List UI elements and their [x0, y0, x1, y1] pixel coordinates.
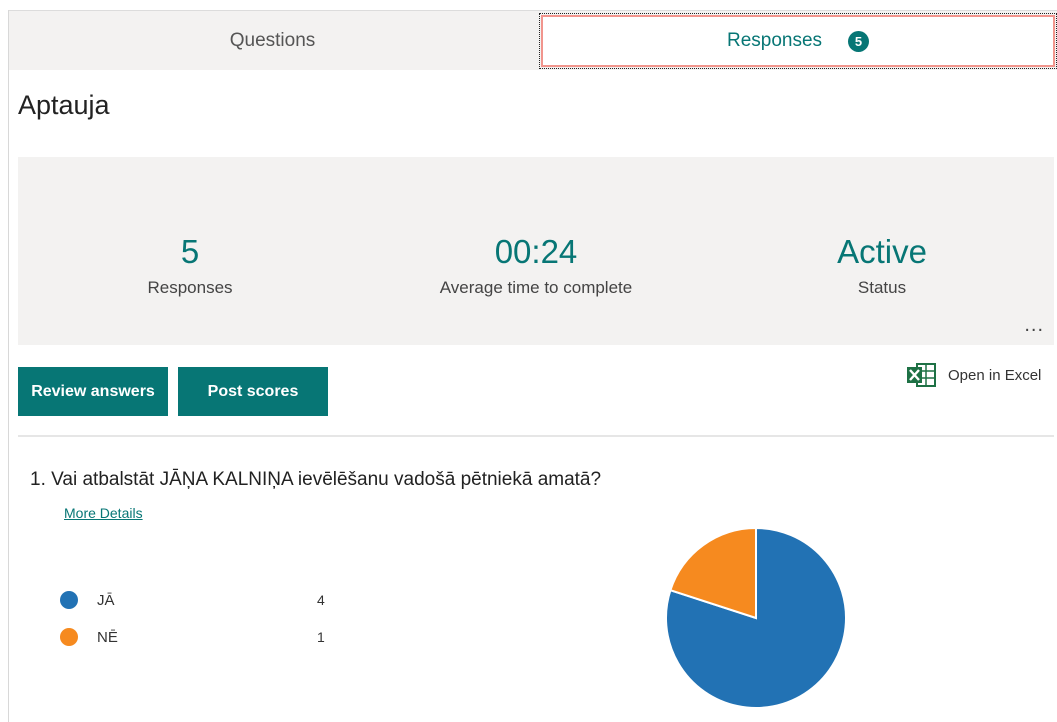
stat-average-time-label: Average time to complete — [439, 278, 633, 297]
stat-average-time: 00:24 Average time to complete — [366, 233, 706, 298]
open-in-excel-button[interactable]: Open in Excel — [906, 362, 1041, 388]
legend-label: NĒ — [97, 628, 118, 646]
more-options-button[interactable]: ... — [1024, 314, 1044, 337]
post-scores-button[interactable]: Post scores — [178, 367, 328, 416]
tab-responses-label: Responses — [726, 30, 823, 51]
tab-questions[interactable]: Questions — [9, 11, 536, 71]
review-answers-button[interactable]: Review answers — [18, 367, 168, 416]
legend-label: JĀ — [97, 591, 115, 609]
stat-responses: 5 Responses — [20, 233, 360, 298]
more-details-link[interactable]: More Details — [64, 505, 143, 521]
tab-questions-label: Questions — [229, 30, 316, 51]
tab-responses[interactable]: Responses 5 — [539, 13, 1057, 69]
legend-item: JĀ 4 — [60, 591, 325, 609]
stat-status-value: Active — [837, 233, 927, 270]
stat-responses-value: 5 — [180, 233, 200, 270]
legend-dot-icon — [60, 628, 78, 646]
stat-responses-label: Responses — [147, 278, 233, 297]
question-title: 1. Vai atbalstāt JĀŅA KALNIŅA ievēlēšanu… — [30, 469, 601, 491]
excel-icon — [907, 363, 936, 387]
stat-status: Active Status — [712, 233, 1052, 298]
stat-status-label: Status — [857, 278, 907, 297]
divider — [18, 435, 1054, 437]
legend-item: NĒ 1 — [60, 628, 325, 646]
question-number: 1. — [30, 469, 46, 490]
left-border — [8, 10, 9, 722]
question-text: Vai atbalstāt JĀŅA KALNIŅA ievēlēšanu va… — [51, 469, 602, 490]
tab-bar: Questions Responses 5 — [9, 10, 1057, 70]
summary-panel: 5 Responses 00:24 Average time to comple… — [18, 157, 1054, 345]
stat-average-time-value: 00:24 — [494, 233, 578, 270]
form-title: Aptauja — [18, 90, 110, 120]
pie-chart — [665, 526, 847, 709]
legend-count: 1 — [317, 629, 325, 645]
legend-count: 4 — [317, 592, 325, 608]
legend-dot-icon — [60, 591, 78, 609]
open-in-excel-label: Open in Excel — [948, 366, 1042, 384]
responses-count-badge: 5 — [848, 30, 870, 52]
